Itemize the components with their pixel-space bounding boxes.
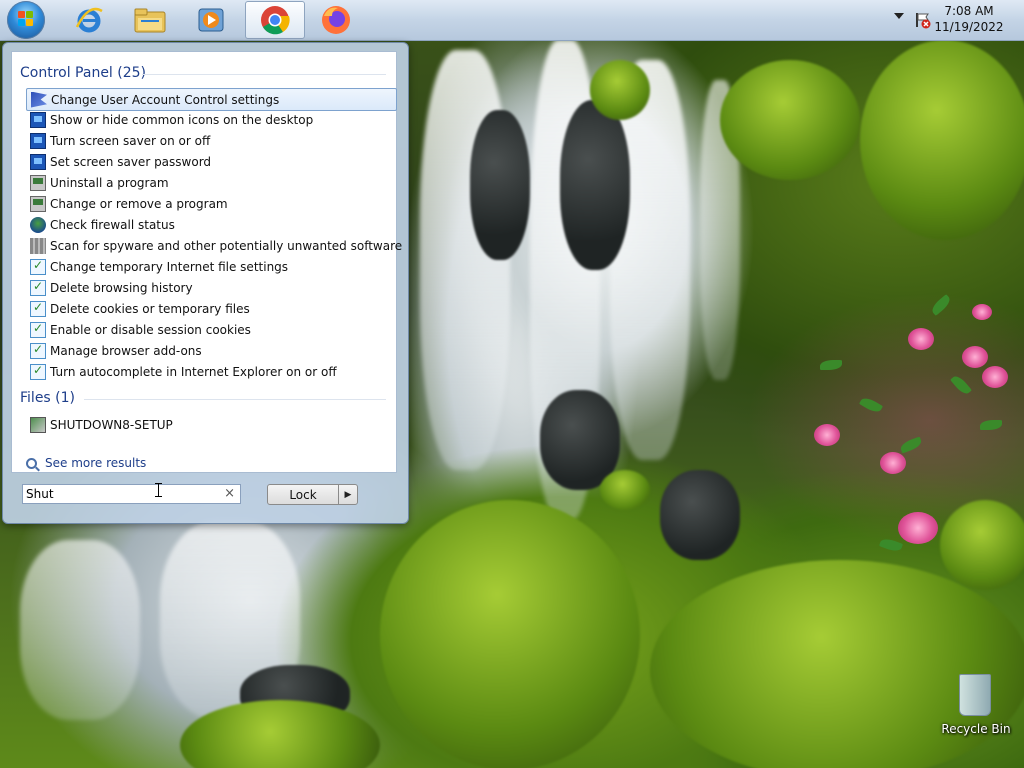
result-change-remove-program[interactable]: Change or remove a program xyxy=(26,193,396,214)
taskbar: 7:08 AM 11/19/2022 xyxy=(0,0,1024,41)
search-magnifier-icon xyxy=(26,457,37,469)
result-label: Change User Account Control settings xyxy=(51,92,280,107)
result-label: Delete browsing history xyxy=(50,280,193,295)
group-header-control-panel: Control Panel (25) xyxy=(20,65,147,81)
result-change-uac-settings[interactable]: Change User Account Control settings xyxy=(26,88,397,111)
result-shutdown8-setup[interactable]: SHUTDOWN8-SETUP xyxy=(26,414,396,435)
display-icon xyxy=(30,132,46,149)
result-label: Set screen saver password xyxy=(50,154,212,169)
result-session-cookies[interactable]: Enable or disable session cookies xyxy=(26,319,396,340)
clock-date: 11/19/2022 xyxy=(934,20,1004,34)
internet-explorer-icon xyxy=(75,7,103,33)
see-more-label: See more results xyxy=(45,456,147,470)
result-label: Turn autocomplete in Internet Explorer o… xyxy=(50,364,337,379)
taskbar-firefox[interactable] xyxy=(307,1,365,39)
result-check-firewall-status[interactable]: Check firewall status xyxy=(26,214,396,235)
internet-options-icon xyxy=(30,363,46,380)
result-delete-cookies[interactable]: Delete cookies or temporary files xyxy=(26,298,396,319)
result-label: SHUTDOWN8-SETUP xyxy=(50,417,173,432)
internet-options-icon xyxy=(30,321,46,338)
taskbar-media-player[interactable] xyxy=(182,1,240,39)
search-input[interactable] xyxy=(26,486,216,502)
see-more-results-link[interactable]: See more results xyxy=(26,456,146,470)
start-search-box[interactable]: × xyxy=(22,484,241,504)
start-menu: Control Panel (25) Change User Account C… xyxy=(2,42,409,524)
taskbar-chrome[interactable] xyxy=(245,1,305,39)
result-label: Enable or disable session cookies xyxy=(50,322,251,337)
taskbar-windows-explorer[interactable] xyxy=(121,1,179,39)
result-ie-autocomplete[interactable]: Turn autocomplete in Internet Explorer o… xyxy=(26,361,396,382)
power-options-arrow-icon[interactable]: ▶ xyxy=(338,484,358,505)
windows-logo-icon xyxy=(18,11,34,27)
action-center-flag-icon[interactable] xyxy=(914,11,932,29)
firefox-icon xyxy=(322,6,350,34)
clock-time: 7:08 AM xyxy=(944,4,994,18)
chrome-icon xyxy=(261,6,290,35)
result-uninstall-program[interactable]: Uninstall a program xyxy=(26,172,396,193)
clear-search-icon[interactable]: × xyxy=(224,486,235,501)
result-turn-screen-saver[interactable]: Turn screen saver on or off xyxy=(26,130,396,151)
lock-button[interactable]: Lock xyxy=(267,484,339,505)
result-temp-internet-file-settings[interactable]: Change temporary Internet file settings xyxy=(26,256,396,277)
display-icon xyxy=(30,153,46,170)
start-button[interactable] xyxy=(7,1,45,39)
show-hidden-icons-chevron-icon[interactable] xyxy=(894,13,904,19)
result-label: Change or remove a program xyxy=(50,196,228,211)
text-cursor-icon xyxy=(155,483,162,497)
firewall-icon xyxy=(30,216,46,233)
result-label: Scan for spyware and other potentially u… xyxy=(50,238,403,253)
group-divider xyxy=(142,74,386,75)
internet-options-icon xyxy=(30,300,46,317)
result-scan-for-spyware[interactable]: Scan for spyware and other potentially u… xyxy=(26,235,402,256)
defender-icon xyxy=(30,237,46,254)
recycle-bin-desktop-icon[interactable]: Recycle Bin xyxy=(940,672,1012,742)
programs-icon xyxy=(30,195,46,212)
result-label: Uninstall a program xyxy=(50,175,169,190)
result-label: Check firewall status xyxy=(50,217,175,232)
result-label: Turn screen saver on or off xyxy=(50,133,211,148)
result-show-hide-desktop-icons[interactable]: Show or hide common icons on the desktop xyxy=(26,109,396,130)
display-icon xyxy=(30,111,46,128)
taskbar-internet-explorer[interactable] xyxy=(60,1,118,39)
media-player-icon xyxy=(198,8,224,32)
result-set-screen-saver-password[interactable]: Set screen saver password xyxy=(26,151,396,172)
programs-icon xyxy=(30,174,46,191)
recycle-bin-icon xyxy=(959,674,991,716)
result-manage-browser-addons[interactable]: Manage browser add-ons xyxy=(26,340,396,361)
group-divider xyxy=(84,399,386,400)
result-label: Manage browser add-ons xyxy=(50,343,202,358)
result-delete-browsing-history[interactable]: Delete browsing history xyxy=(26,277,396,298)
result-label: Show or hide common icons on the desktop xyxy=(50,112,314,127)
setup-icon xyxy=(30,416,46,433)
internet-options-icon xyxy=(30,342,46,359)
internet-options-icon xyxy=(30,258,46,275)
internet-options-icon xyxy=(30,279,46,296)
search-results-panel: Control Panel (25) Change User Account C… xyxy=(11,51,402,473)
system-clock[interactable]: 7:08 AM 11/19/2022 xyxy=(934,3,1004,35)
uac-flag-icon xyxy=(31,91,47,108)
recycle-bin-label: Recycle Bin xyxy=(941,722,1011,736)
group-header-files: Files (1) xyxy=(20,390,76,406)
result-label: Change temporary Internet file settings xyxy=(50,259,289,274)
result-label: Delete cookies or temporary files xyxy=(50,301,250,316)
folder-icon xyxy=(134,8,166,33)
